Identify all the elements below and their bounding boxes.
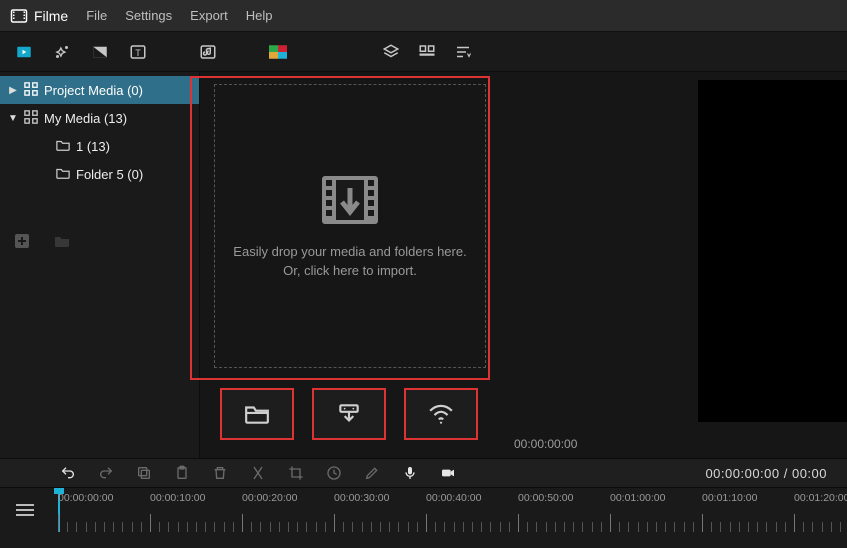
menu-file[interactable]: File (86, 8, 107, 23)
expand-icon: ▶ (8, 85, 18, 96)
paste-button[interactable] (174, 465, 190, 481)
menu-export[interactable]: Export (190, 8, 228, 23)
sort-icon[interactable] (453, 42, 473, 62)
import-wireless-button[interactable] (404, 388, 478, 440)
transitions-tab-icon[interactable] (90, 42, 110, 62)
ruler-label: 00:01:10:00 (702, 492, 757, 504)
dropzone-text-2: Or, click here to import. (233, 261, 466, 281)
filme-logo-icon (10, 7, 28, 25)
folder-icon (56, 138, 70, 155)
wifi-icon (428, 403, 454, 425)
sidebar-item-folder-5[interactable]: Folder 5 (0) (0, 160, 199, 188)
grid-view-icon[interactable] (417, 42, 437, 62)
timeline-ruler-row: 00:00:00:00 00:00:10:00 00:00:20:00 00:00:3… (0, 488, 847, 532)
crop-button[interactable] (288, 465, 304, 481)
folder-open-icon (244, 403, 270, 425)
sidebar-item-folder-1[interactable]: 1 (13) (0, 132, 199, 160)
record-button[interactable] (440, 465, 456, 481)
edit-button[interactable] (364, 465, 380, 481)
preview-timecode: 00:00:00:00 (508, 430, 847, 458)
audio-tab-icon[interactable] (198, 42, 218, 62)
app-name: Filme (34, 8, 68, 24)
folder-icon (56, 166, 70, 183)
ruler-label: 00:00:30:00 (334, 492, 389, 504)
voiceover-button[interactable] (402, 465, 418, 481)
sidebar-item-my-media[interactable]: ▼ My Media (13) (0, 104, 199, 132)
ruler-label: 00:01:20:00 (794, 492, 847, 504)
import-file-button[interactable] (220, 388, 294, 440)
tool-row: T (0, 32, 847, 72)
timeline-ruler[interactable]: 00:00:00:00 00:00:10:00 00:00:20:00 00:00:3… (50, 488, 847, 532)
color-tab-icon[interactable] (268, 42, 288, 62)
timeline-menu-button[interactable] (0, 488, 50, 532)
media-tab-icon[interactable] (14, 42, 34, 62)
menu-help[interactable]: Help (246, 8, 273, 23)
media-panel: Easily drop your media and folders here.… (200, 72, 500, 458)
title-bar: Filme File Settings Export Help (0, 0, 847, 32)
delete-button[interactable] (212, 465, 228, 481)
device-import-icon (336, 403, 362, 425)
copy-button[interactable] (136, 465, 152, 481)
app-logo: Filme (10, 7, 68, 25)
text-tab-icon[interactable]: T (128, 42, 148, 62)
sidebar-item-label: My Media (13) (44, 111, 127, 126)
preview-video[interactable] (698, 80, 847, 422)
ruler-label: 00:00:50:00 (518, 492, 573, 504)
ruler-label: 00:00:20:00 (242, 492, 297, 504)
menu-settings[interactable]: Settings (125, 8, 172, 23)
main-menu: File Settings Export Help (86, 8, 272, 23)
layers-icon[interactable] (381, 42, 401, 62)
grid-icon (24, 82, 38, 99)
hamburger-icon (16, 503, 34, 517)
sidebar-item-label: 1 (13) (76, 139, 110, 154)
redo-button[interactable] (98, 465, 114, 481)
add-folder-button[interactable] (14, 233, 30, 252)
effects-tab-icon[interactable] (52, 42, 72, 62)
expand-icon: ▼ (8, 113, 18, 124)
import-device-button[interactable] (312, 388, 386, 440)
ruler-label: 00:00:40:00 (426, 492, 481, 504)
grid-icon (24, 110, 38, 127)
speed-button[interactable] (326, 465, 342, 481)
timeline-toolbar: 00:00:00:00 / 00:00 (0, 458, 847, 488)
timeline-timecode: 00:00:00:00 / 00:00 (705, 466, 827, 481)
preview-panel: 00:00:00:00 (500, 72, 847, 458)
import-media-icon (318, 172, 382, 228)
split-button[interactable] (250, 465, 266, 481)
ruler-label: 00:00:10:00 (150, 492, 205, 504)
import-buttons-row (220, 388, 478, 440)
media-sidebar: ▶ Project Media (0) ▼ My Media (13) 1 (1… (0, 72, 200, 458)
sidebar-item-label: Folder 5 (0) (76, 167, 143, 182)
ruler-label: 00:00:00:00 (58, 492, 113, 504)
main-area: ▶ Project Media (0) ▼ My Media (13) 1 (1… (0, 72, 847, 458)
folder-disabled-icon (54, 233, 70, 252)
ruler-label: 00:01:00:00 (610, 492, 665, 504)
sidebar-item-project-media[interactable]: ▶ Project Media (0) (0, 76, 199, 104)
undo-button[interactable] (60, 465, 76, 481)
dropzone-text-1: Easily drop your media and folders here. (233, 242, 466, 262)
media-dropzone[interactable]: Easily drop your media and folders here.… (214, 84, 486, 368)
sidebar-item-label: Project Media (0) (44, 83, 143, 98)
svg-text:T: T (135, 47, 141, 57)
